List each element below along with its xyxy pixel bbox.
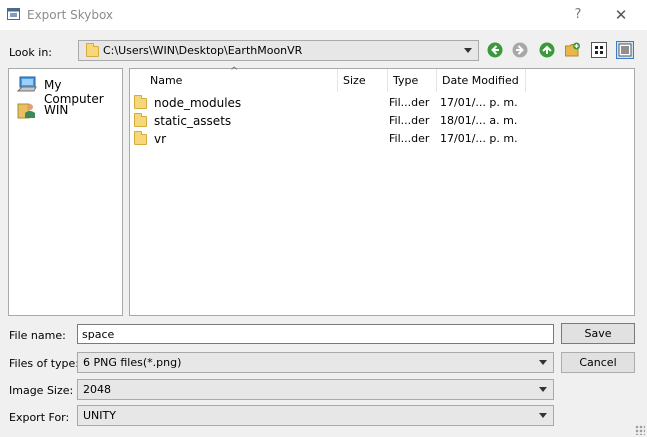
cancel-button[interactable]: Cancel bbox=[561, 352, 635, 373]
image-size-value: 2048 bbox=[83, 383, 111, 396]
detail-view-icon[interactable] bbox=[616, 41, 634, 59]
table-row[interactable]: node_modules Fil...der 17/01/... p. m. bbox=[130, 94, 634, 112]
export-for-label: Export For: bbox=[9, 411, 70, 424]
window-title: Export Skybox bbox=[27, 8, 114, 22]
sidebar-item-label: WIN bbox=[44, 103, 69, 117]
chevron-down-icon bbox=[539, 387, 547, 392]
new-folder-icon[interactable] bbox=[564, 41, 582, 59]
title-bar: Export Skybox ? ✕ bbox=[0, 0, 647, 30]
column-header-date-modified[interactable]: Date Modified bbox=[437, 69, 526, 92]
look-in-combo[interactable]: C:\Users\WIN\Desktop\EarthMoonVR bbox=[78, 40, 479, 61]
table-row[interactable]: vr Fil...der 17/01/... p. m. bbox=[130, 130, 634, 148]
look-in-path: C:\Users\WIN\Desktop\EarthMoonVR bbox=[103, 44, 303, 57]
sidebar: My Computer WIN bbox=[8, 68, 123, 316]
column-header-type[interactable]: Type bbox=[388, 69, 437, 92]
look-in-label: Look in: bbox=[9, 46, 52, 59]
back-icon[interactable] bbox=[486, 41, 504, 59]
file-name-input[interactable] bbox=[78, 325, 553, 343]
file-type-label: Files of type: bbox=[9, 357, 80, 370]
parent-folder-icon[interactable] bbox=[538, 41, 556, 59]
folder-icon bbox=[86, 43, 99, 57]
chevron-down-icon bbox=[539, 413, 547, 418]
image-size-label: Image Size: bbox=[9, 384, 74, 397]
export-for-select[interactable]: UNITY bbox=[77, 405, 554, 426]
table-row[interactable]: static_assets Fil...der 18/01/... a. m. bbox=[130, 112, 634, 130]
folder-icon bbox=[134, 95, 147, 109]
sidebar-item-win[interactable]: WIN bbox=[9, 99, 122, 121]
chevron-down-icon bbox=[464, 48, 472, 53]
image-size-select[interactable]: 2048 bbox=[77, 379, 554, 400]
list-view-icon[interactable] bbox=[590, 41, 608, 59]
chevron-down-icon bbox=[539, 360, 547, 365]
file-name-field[interactable] bbox=[77, 324, 554, 344]
file-type-value: 6 PNG files(*.png) bbox=[83, 356, 182, 369]
close-button[interactable]: ✕ bbox=[611, 5, 631, 25]
forward-icon[interactable] bbox=[511, 41, 529, 59]
help-button[interactable]: ? bbox=[568, 5, 588, 25]
app-icon bbox=[7, 8, 20, 20]
file-type-select[interactable]: 6 PNG files(*.png) bbox=[77, 352, 554, 373]
resize-grip[interactable] bbox=[635, 425, 645, 435]
file-list[interactable]: Name ^ Size Type Date Modified node_modu… bbox=[129, 66, 635, 316]
folder-icon bbox=[134, 113, 147, 127]
sort-ascending-icon: ^ bbox=[230, 66, 239, 77]
save-button[interactable]: Save bbox=[561, 323, 635, 344]
column-header-size[interactable]: Size bbox=[338, 69, 388, 92]
folder-icon bbox=[134, 131, 147, 145]
user-folder-icon bbox=[17, 103, 35, 119]
export-for-value: UNITY bbox=[83, 409, 116, 422]
computer-icon bbox=[17, 76, 37, 92]
sidebar-item-my-computer[interactable]: My Computer bbox=[9, 74, 122, 106]
column-header-name[interactable]: Name ^ bbox=[130, 66, 338, 92]
file-name-label: File name: bbox=[9, 329, 66, 342]
